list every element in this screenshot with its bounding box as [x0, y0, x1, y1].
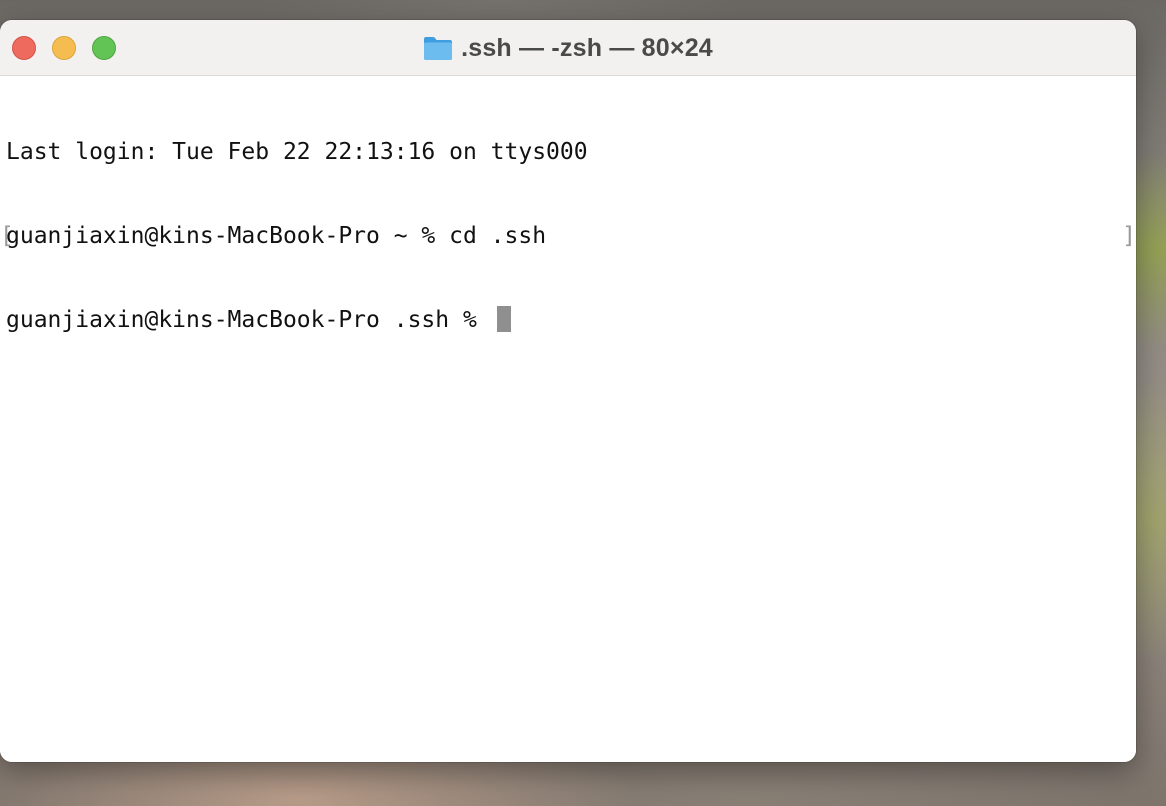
title-bar[interactable]: .ssh — -zsh — 80×24 [0, 20, 1136, 76]
terminal-line-text: Last login: Tue Feb 22 22:13:16 on ttys0… [6, 139, 588, 165]
line-mark-left: [ [0, 223, 14, 249]
terminal-line: [guanjiaxin@kins-MacBook-Pro ~ % cd .ssh… [0, 222, 1136, 250]
window-title: .ssh — -zsh — 80×24 [461, 33, 713, 62]
window-title-group: .ssh — -zsh — 80×24 [0, 20, 1136, 76]
terminal-line: Last login: Tue Feb 22 22:13:16 on ttys0… [6, 138, 1136, 166]
minimize-button[interactable] [52, 36, 76, 60]
terminal-line-text: guanjiaxin@kins-MacBook-Pro ~ % cd .ssh [6, 223, 547, 249]
zoom-button[interactable] [92, 36, 116, 60]
line-mark-right: ] [1122, 223, 1136, 249]
terminal-content[interactable]: Last login: Tue Feb 22 22:13:16 on ttys0… [0, 76, 1136, 762]
close-button[interactable] [12, 36, 36, 60]
terminal-line: guanjiaxin@kins-MacBook-Pro .ssh % [6, 306, 1136, 334]
terminal-window: .ssh — -zsh — 80×24 Last login: Tue Feb … [0, 20, 1136, 762]
text-cursor [496, 306, 511, 332]
folder-icon [424, 37, 453, 60]
terminal-prompt: guanjiaxin@kins-MacBook-Pro .ssh % [6, 307, 491, 333]
